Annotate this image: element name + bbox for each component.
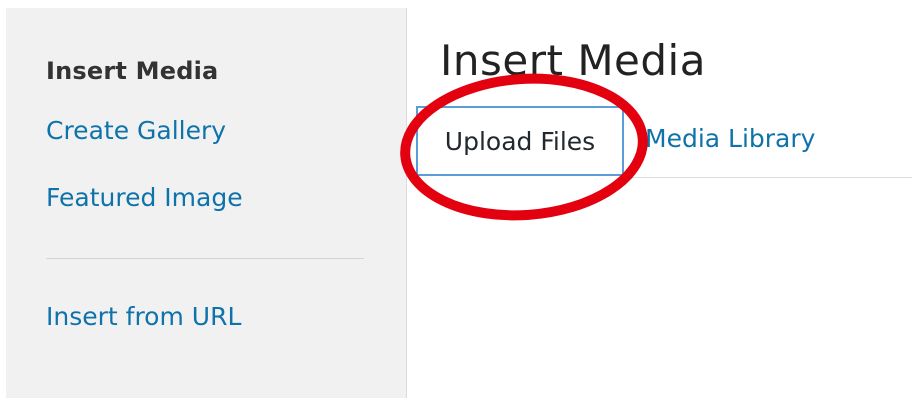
sidebar-link-create-gallery[interactable]: Create Gallery xyxy=(46,116,226,145)
page-title: Insert Media xyxy=(440,36,706,85)
tabbar-divider xyxy=(627,177,912,178)
tab-media-library[interactable]: Media Library xyxy=(645,124,815,153)
insert-media-modal: Insert Media Create Gallery Featured Ima… xyxy=(0,0,912,406)
sidebar-link-featured-image[interactable]: Featured Image xyxy=(46,183,243,212)
media-sidebar: Insert Media Create Gallery Featured Ima… xyxy=(6,8,407,398)
sidebar-heading-insert-media[interactable]: Insert Media xyxy=(46,57,218,85)
sidebar-divider xyxy=(46,258,364,259)
tab-upload-files[interactable]: Upload Files xyxy=(416,106,624,176)
sidebar-link-insert-from-url[interactable]: Insert from URL xyxy=(46,302,241,331)
